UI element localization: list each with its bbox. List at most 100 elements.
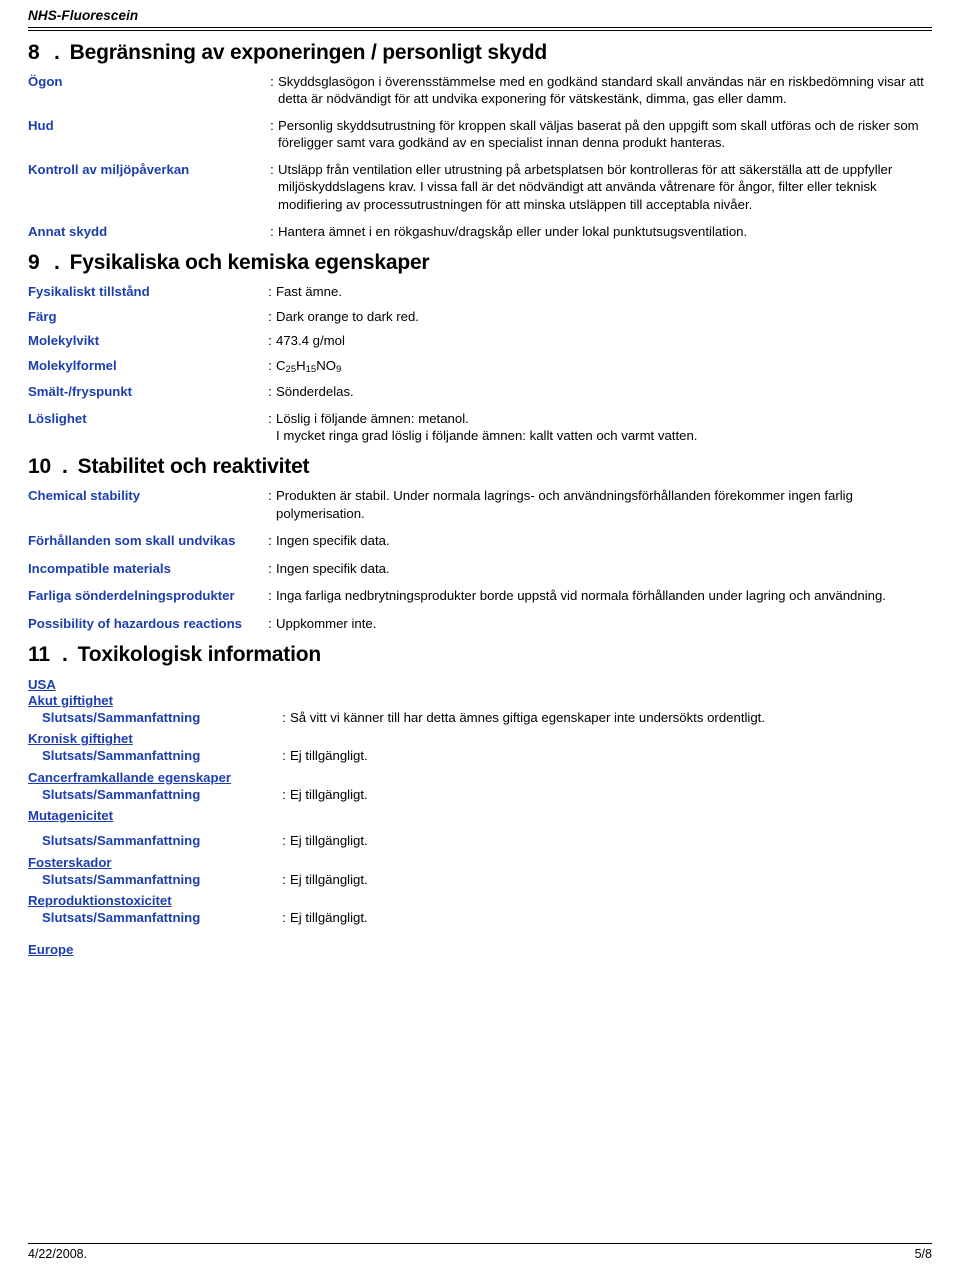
row-colon: : (268, 560, 272, 576)
row-label: Ögon (28, 74, 63, 89)
section-10-table: Chemical stability : Produkten är stabil… (28, 487, 932, 633)
section-8-dot: . (54, 41, 60, 64)
section-10-dot: . (62, 455, 68, 479)
table-row: Molekylvikt : 473.4 g/mol (28, 326, 932, 350)
row-colon: : (282, 709, 286, 725)
table-row: Farliga sönderdelningsprodukter : Inga f… (28, 578, 932, 605)
row-colon: : (282, 833, 286, 849)
row-value: Ej tillgängligt. (290, 871, 368, 887)
section-9-dot: . (54, 251, 60, 275)
row-label: Hud (28, 117, 54, 133)
row-value: Ingen specifik data. (276, 533, 390, 549)
section-11-title: Toxikologisk information (77, 642, 322, 666)
section-8-heading: 8. Begränsning av exponeringen / personli… (28, 41, 932, 65)
row-label: Färg (28, 308, 57, 324)
row-label: Incompatible materials (28, 560, 171, 576)
row-value: Skyddsglasögon i överensstämmelse med en… (278, 74, 924, 107)
row-value: Sönderdelas. (276, 384, 354, 400)
table-row: Kontroll av miljöpåverkan : Utsläpp från… (28, 153, 932, 214)
tox-heading-row: Akut giftighet (28, 693, 932, 709)
document-page: NHS-Fluorescein 8. Begränsning av exponer… (0, 0, 960, 1271)
table-row: Slutsats/Sammanfattning : Ej tillgänglig… (28, 871, 932, 889)
section-8-number: 8 (28, 41, 40, 64)
row-value: Uppkommer inte. (276, 615, 377, 631)
row-label: Fysikaliskt tillstånd (28, 284, 150, 300)
row-label: Löslighet (28, 410, 87, 426)
section-9-heading: 9. Fysikaliska och kemiska egenskaper (28, 251, 932, 275)
tox-heading-row: Reproduktionstoxicitet (28, 889, 932, 909)
tox-group-heading: Kronisk giftighet (28, 731, 133, 747)
header-divider-2 (28, 30, 932, 31)
section-11-heading: 11. Toxikologisk information (28, 643, 932, 667)
section-9-title: Fysikaliska och kemiska egenskaper (69, 251, 430, 275)
row-colon: : (268, 588, 272, 604)
row-label: Possibility of hazardous reactions (28, 615, 242, 631)
section-10-number: 10 (28, 455, 51, 479)
row-colon: : (268, 384, 272, 400)
section-11-table: Akut giftighet Slutsats/Sammanfattning :… (28, 693, 932, 928)
row-value: Löslig i följande ämnen: metanol. I myck… (276, 410, 698, 444)
section-10-title: Stabilitet och reaktivitet (77, 455, 310, 479)
table-row: Fysikaliskt tillstånd : Fast ämne. (28, 283, 932, 301)
row-value: Dark orange to dark red. (276, 308, 419, 324)
row-label: Annat skydd (28, 223, 108, 239)
section-11-dot: . (62, 642, 68, 666)
row-value: Ej tillgängligt. (290, 786, 368, 802)
row-colon: : (268, 308, 272, 324)
row-colon: : (268, 357, 272, 373)
row-value: Ingen specifik data. (276, 560, 390, 576)
row-colon: : (282, 871, 286, 887)
tox-group-heading: Fosterskador (28, 854, 112, 870)
row-value: Utsläpp från ventilation eller utrustnin… (278, 161, 893, 212)
row-colon: : (282, 748, 286, 764)
section-9-number: 9 (28, 251, 40, 275)
tox-heading-row: Cancerframkallande egenskaper (28, 766, 932, 786)
row-colon: : (268, 488, 272, 504)
table-row: Slutsats/Sammanfattning : Ej tillgänglig… (28, 786, 932, 804)
row-value: Så vitt vi känner till har detta ämnes g… (290, 709, 766, 725)
table-row: Färg : Dark orange to dark red. (28, 302, 932, 326)
row-value: Ej tillgängligt. (290, 833, 368, 849)
row-value: 473.4 g/mol (276, 333, 345, 349)
section-11-number: 11 (28, 642, 50, 666)
row-value: Produkten är stabil. Under normala lagri… (276, 488, 853, 521)
table-row: Annat skydd : Hantera ämnet i en rökgash… (28, 214, 932, 241)
tox-group-heading: Akut giftighet (28, 692, 113, 708)
row-colon: : (270, 223, 274, 239)
row-value: Ej tillgängligt. (290, 748, 368, 764)
row-colon: : (270, 161, 274, 177)
row-value: Fast ämne. (276, 284, 342, 300)
table-row: Possibility of hazardous reactions : Upp… (28, 606, 932, 633)
row-colon: : (270, 74, 274, 89)
row-label: Slutsats/Sammanfattning (42, 833, 201, 849)
row-label: Farliga sönderdelningsprodukter (28, 588, 235, 604)
row-label: Slutsats/Sammanfattning (42, 748, 201, 764)
row-value: Personlig skyddsutrustning för kroppen s… (278, 117, 919, 151)
table-row: Ögon : Skyddsglasögon i överensstämmelse… (28, 73, 932, 109)
table-row: Molekylformel : C25H15NO9 (28, 351, 932, 378)
molecular-formula: C25H15NO9 (276, 357, 342, 375)
section-8-table: Ögon : Skyddsglasögon i överensstämmelse… (28, 73, 932, 241)
tox-heading-row: Kronisk giftighet (28, 727, 932, 747)
region-heading-usa: USA (28, 676, 56, 692)
row-label: Slutsats/Sammanfattning (42, 786, 201, 802)
table-row: Slutsats/Sammanfattning : Ej tillgänglig… (28, 909, 932, 927)
section-10-heading: 10. Stabilitet och reaktivitet (28, 455, 932, 479)
header-divider (28, 27, 932, 28)
table-row: Incompatible materials : Ingen specifik … (28, 551, 932, 578)
row-label: Molekylformel (28, 357, 117, 373)
tox-heading-row: Fosterskador (28, 851, 932, 871)
row-colon: : (268, 615, 272, 631)
document-header-title: NHS-Fluorescein (28, 8, 139, 23)
row-value: Inga farliga nedbrytningsprodukter borde… (276, 588, 886, 604)
table-row: Slutsats/Sammanfattning : Ej tillgänglig… (28, 824, 932, 850)
row-label: Molekylvikt (28, 333, 100, 349)
section-8-title: Begränsning av exponeringen / personligt… (69, 41, 548, 64)
footer-divider (28, 1243, 932, 1244)
table-row: Smält-/fryspunkt : Sönderdelas. (28, 377, 932, 401)
row-colon: : (268, 533, 272, 549)
table-row: Slutsats/Sammanfattning : Så vitt vi kän… (28, 709, 932, 727)
row-colon: : (282, 786, 286, 802)
row-colon: : (268, 333, 272, 349)
row-label: Förhållanden som skall undvikas (28, 533, 236, 549)
